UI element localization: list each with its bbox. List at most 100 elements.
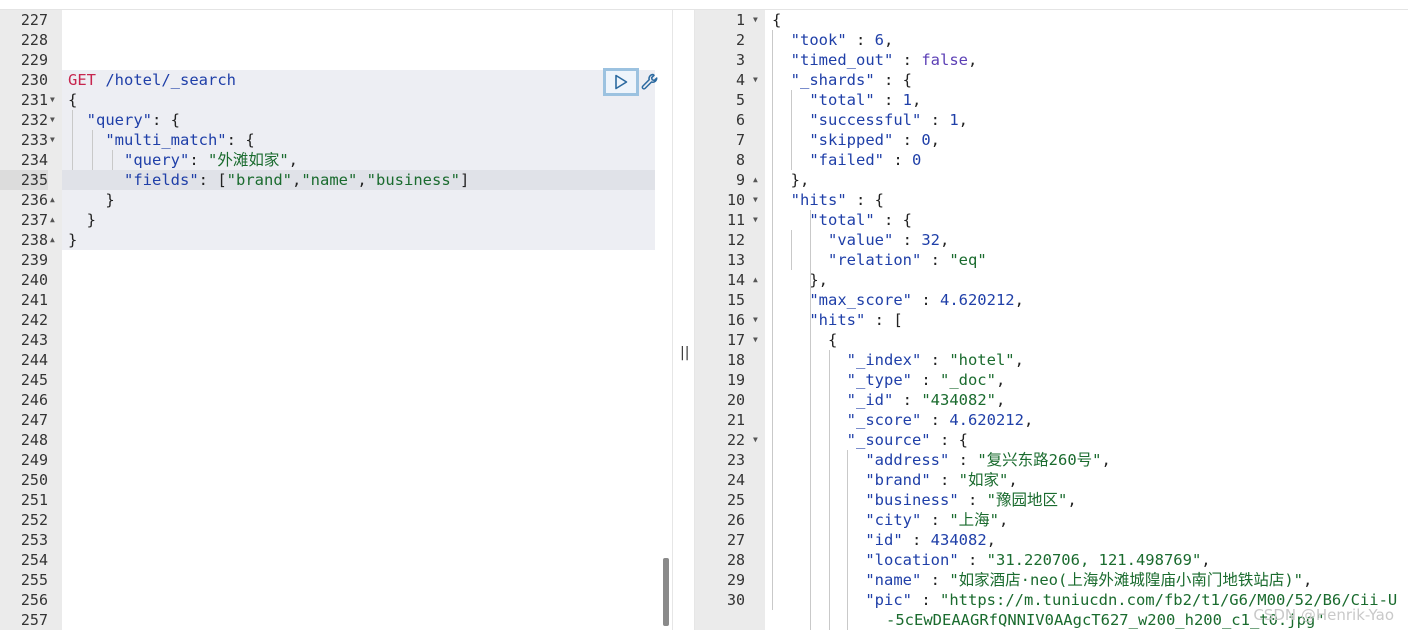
code-content: "total" : {: [772, 210, 912, 230]
code-token: ,: [958, 111, 968, 129]
fold-down-icon[interactable]: ▼: [50, 110, 55, 130]
code-token: : {: [226, 131, 255, 149]
fold-down-icon[interactable]: ▼: [50, 130, 55, 150]
indent-guide: [847, 450, 848, 630]
fold-down-icon[interactable]: ▼: [753, 430, 758, 450]
indent-guide: [791, 230, 792, 270]
code-token: ,: [291, 171, 302, 189]
line-number: 249: [20, 451, 48, 469]
wrench-icon[interactable]: [639, 71, 661, 93]
fold-up-icon[interactable]: ▲: [753, 270, 758, 290]
code-line: 7 "skipped" : 0,: [695, 130, 1408, 150]
code-token: "_doc": [939, 371, 996, 389]
code-token: },: [772, 171, 810, 189]
code-line: 256: [0, 590, 672, 610]
fold-down-icon[interactable]: ▼: [753, 10, 758, 30]
fold-up-icon[interactable]: ▲: [50, 210, 55, 230]
code-token: :: [911, 291, 940, 309]
fold-down-icon[interactable]: ▼: [753, 210, 758, 230]
code-token: :: [912, 591, 940, 609]
fold-down-icon[interactable]: ▼: [753, 310, 758, 330]
code-content: }: [68, 210, 96, 230]
code-token: "如家": [958, 471, 1009, 489]
resize-grip-icon[interactable]: ||: [680, 345, 689, 361]
code-token: ,: [1302, 571, 1313, 589]
code-content: "failed" : 0: [772, 150, 921, 170]
code-token: "eq": [949, 251, 987, 269]
code-content: "name" : "如家酒店·neo(上海外滩城隍庙小南门地铁站店)",: [772, 570, 1312, 590]
editor-lines[interactable]: 227 228 229 230 GET /hotel/_search 231 ▼{232 ▼ …: [0, 10, 672, 630]
code-token: "relation": [828, 251, 922, 269]
code-content: }: [68, 230, 77, 250]
line-number: 14: [726, 271, 745, 289]
code-token: "took": [790, 31, 847, 49]
code-token: :: [958, 491, 987, 509]
line-number: 257: [20, 611, 48, 629]
line-number: 16: [726, 311, 745, 329]
fold-up-icon[interactable]: ▲: [50, 230, 55, 250]
code-content: "query": {: [68, 110, 180, 130]
line-number: 27: [726, 531, 745, 549]
code-content: "_id" : "434082",: [772, 390, 1006, 410]
code-token: "name": [301, 171, 358, 189]
code-token: "business": [865, 491, 959, 509]
line-number: 231: [20, 91, 48, 109]
code-token: "brand": [865, 471, 931, 489]
line-number: 21: [726, 411, 745, 429]
code-content: "multi_match": {: [68, 130, 255, 150]
response-viewer[interactable]: 1 ▼{2 "took" : 6, 3 "timed_out" : false, 4 ▼…: [695, 10, 1408, 630]
code-line: 26 "city" : "上海",: [695, 510, 1408, 530]
line-number: 5: [735, 91, 745, 109]
play-icon[interactable]: [603, 68, 639, 96]
fold-down-icon[interactable]: ▼: [753, 330, 758, 350]
fold-down-icon[interactable]: ▼: [50, 90, 55, 110]
code-line: 237 ▲ }: [0, 210, 672, 230]
code-token: ,: [1023, 411, 1034, 429]
code-token: :: [921, 111, 950, 129]
pane-resizer[interactable]: ||: [672, 10, 695, 630]
code-line: 238 ▲}: [0, 230, 672, 250]
request-editor[interactable]: 227 228 229 230 GET /hotel/_search 231 ▼{232 ▼ …: [0, 10, 672, 630]
line-number: 26: [726, 511, 745, 529]
code-token: "_source": [846, 431, 931, 449]
code-content: "_type" : "_doc",: [772, 370, 1006, 390]
code-content: },: [772, 170, 810, 190]
code-token: "skipped": [809, 131, 894, 149]
line-number: 10: [726, 191, 745, 209]
code-line: 253: [0, 530, 672, 550]
code-token: "豫园地区": [986, 491, 1068, 509]
code-token: "query": [124, 151, 190, 169]
code-token: "total": [809, 211, 875, 229]
code-line: 248: [0, 430, 672, 450]
code-token: 4.620212: [949, 411, 1024, 429]
fold-down-icon[interactable]: ▼: [753, 70, 758, 90]
code-line: 242: [0, 310, 672, 330]
code-line: 11 ▼ "total" : {: [695, 210, 1408, 230]
line-number: 8: [735, 151, 745, 169]
code-content: "successful" : 1,: [772, 110, 968, 130]
code-content: "city" : "上海",: [772, 510, 1008, 530]
editor-scrollbar[interactable]: [663, 558, 669, 626]
code-token: :: [902, 531, 931, 549]
line-number: 237: [20, 211, 48, 229]
indent-guide: [772, 30, 773, 610]
code-token: {: [68, 91, 78, 109]
line-number: 238: [20, 231, 48, 249]
line-number: 246: [20, 391, 48, 409]
code-token: "fields": [124, 171, 199, 189]
fold-up-icon[interactable]: ▲: [50, 190, 55, 210]
line-number: 15: [726, 291, 745, 309]
code-line: 1 ▼ {: [695, 10, 1408, 30]
fold-down-icon[interactable]: ▼: [753, 190, 758, 210]
fold-up-icon[interactable]: ▲: [753, 170, 758, 190]
code-token: :: [874, 91, 903, 109]
line-number: 239: [20, 251, 48, 269]
code-content: "_source" : {: [772, 430, 968, 450]
code-token: "city": [865, 511, 922, 529]
